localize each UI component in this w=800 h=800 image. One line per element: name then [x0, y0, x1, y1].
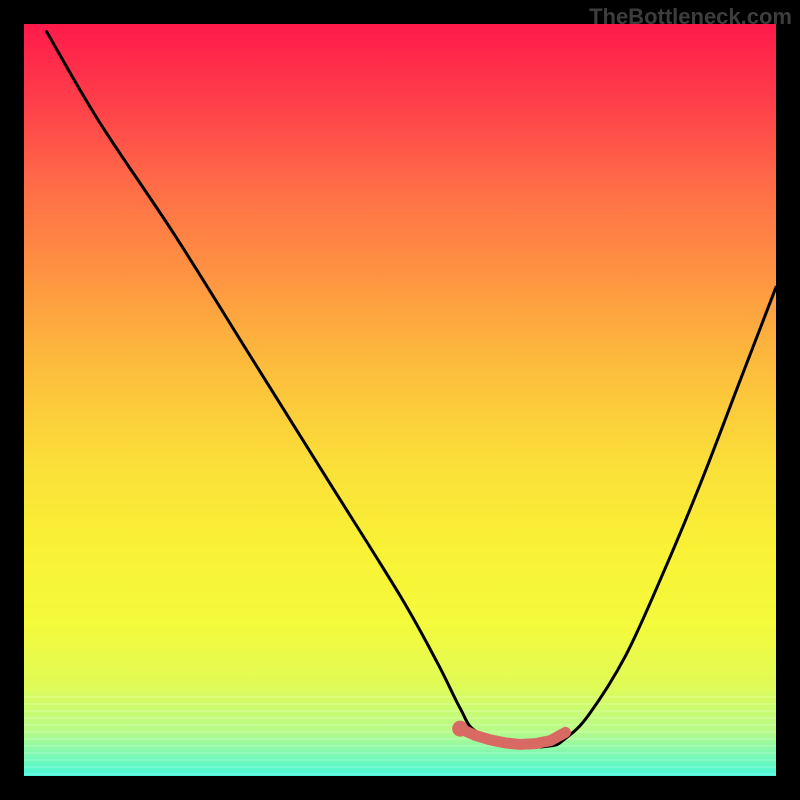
- chart-root: TheBottleneck.com: [0, 0, 800, 800]
- sweet-spot-line: [460, 729, 565, 745]
- attribution-text: TheBottleneck.com: [589, 4, 792, 30]
- bottleneck-curve: [47, 32, 776, 748]
- plot-area: [24, 24, 776, 776]
- curve-layer: [24, 24, 776, 776]
- sweet-spot-dot: [452, 721, 468, 737]
